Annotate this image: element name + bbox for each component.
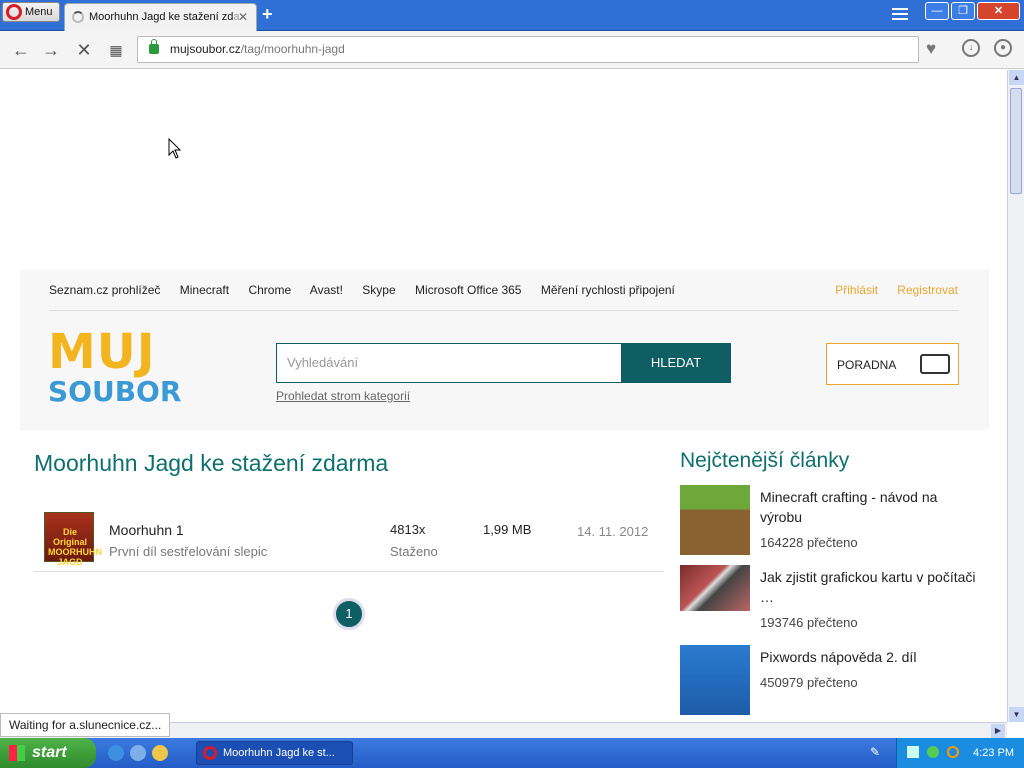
header-divider: [49, 310, 959, 311]
start-label: start: [32, 744, 67, 761]
opera-tray-icon[interactable]: [947, 746, 959, 758]
site-header: Seznam.cz prohlížeč Minecraft Chrome Ava…: [20, 270, 989, 430]
new-tab-button[interactable]: +: [262, 4, 273, 25]
status-tooltip: Waiting for a.slunecnice.cz...: [0, 713, 171, 737]
nav-link-seznam[interactable]: Seznam.cz prohlížeč: [49, 283, 160, 297]
maximize-button[interactable]: ❐: [951, 2, 975, 20]
clock[interactable]: 4:23 PM: [973, 738, 1014, 768]
taskbar-item-browser[interactable]: Moorhuhn Jagd ke st...: [196, 741, 353, 765]
scroll-right-icon[interactable]: ▶: [991, 724, 1005, 738]
article-reads: 450979 přečteno: [760, 675, 858, 690]
download-count-label: Staženo: [390, 544, 438, 559]
media-player-icon[interactable]: [152, 745, 168, 761]
tab-title: Moorhuhn Jagd ke stažení zd: [89, 11, 234, 23]
back-arrow-icon[interactable]: ←: [10, 39, 32, 61]
minecraft-grass-block-image[interactable]: [680, 485, 750, 555]
nav-link-avast[interactable]: Avast!: [310, 283, 343, 297]
windows-taskbar: start Moorhuhn Jagd ke st... ✎ 4:23 PM: [0, 738, 1024, 768]
minimize-button[interactable]: —: [925, 2, 949, 20]
network-icon[interactable]: [907, 746, 919, 758]
logo-text-bottom: SOUBOR: [48, 375, 182, 408]
pagination-page-1[interactable]: 1: [333, 598, 365, 630]
site-logo[interactable]: MUJ SOUBOR: [48, 328, 198, 414]
article-item[interactable]: Minecraft crafting - návod na výrobu 164…: [680, 485, 990, 557]
download-icon[interactable]: ↓: [962, 39, 980, 57]
article-item[interactable]: Jak zjistit grafickou kartu v počítači ……: [680, 565, 990, 637]
chat-bubble-icon: [920, 354, 950, 374]
graphics-chip-image[interactable]: [680, 565, 750, 611]
article-title[interactable]: Jak zjistit grafickou kartu v počítači …: [760, 567, 980, 607]
security-icon[interactable]: [927, 746, 939, 758]
nav-link-speedtest[interactable]: Měření rychlosti připojení: [541, 283, 675, 297]
explorer-icon[interactable]: [130, 745, 146, 761]
article-reads: 164228 přečteno: [760, 535, 858, 550]
start-button[interactable]: start: [0, 738, 96, 768]
release-date: 14. 11. 2012: [577, 524, 649, 539]
close-window-button[interactable]: ✕: [977, 2, 1020, 20]
search-button[interactable]: HLEDAT: [621, 343, 731, 383]
mouse-cursor-icon: [168, 138, 182, 159]
tab-menu-icon[interactable]: [892, 8, 908, 22]
search-input[interactable]: Vyhledávání: [276, 343, 622, 383]
sidebar-title: Nejčtenější články: [680, 449, 850, 472]
nav-link-chrome[interactable]: Chrome: [248, 283, 291, 297]
opera-menu-button[interactable]: Menu: [2, 2, 60, 22]
speed-dial-grid-icon[interactable]: ▦: [105, 39, 127, 61]
article-item[interactable]: Pixwords nápověda 2. díl 450979 přečteno: [680, 645, 990, 717]
file-size: 1,99 MB: [483, 522, 532, 537]
heart-bookmark-icon[interactable]: ♥: [926, 39, 936, 59]
loading-spinner-icon: [72, 11, 84, 23]
logo-text-top: MUJ: [48, 324, 156, 380]
article-reads: 193746 přečteno: [760, 615, 858, 630]
download-row[interactable]: Die Original MOORHUHN JAGD Moorhuhn 1 Pr…: [34, 502, 664, 572]
register-link[interactable]: Registrovat: [897, 283, 958, 297]
browser-toolbar: ← → ✕ ▦ mujsoubor.cz/tag/moorhuhn-jagd: [0, 31, 1024, 69]
internet-explorer-icon[interactable]: [108, 745, 124, 761]
download-count: 4813x: [390, 522, 426, 537]
opera-logo-icon: [203, 746, 217, 760]
address-bar[interactable]: mujsoubor.cz/tag/moorhuhn-jagd: [137, 36, 919, 63]
vertical-scrollbar[interactable]: ▲ ▼: [1007, 70, 1024, 722]
lock-icon: [149, 39, 159, 54]
stop-loading-icon[interactable]: ✕: [73, 39, 95, 61]
browser-tab-bar: Menu Moorhuhn Jagd ke stažení zda ✕ + — …: [0, 0, 1024, 31]
page-content: Seznam.cz prohlížeč Minecraft Chrome Ava…: [0, 70, 1007, 722]
article-title[interactable]: Minecraft crafting - návod na výrobu: [760, 487, 980, 527]
nav-link-minecraft[interactable]: Minecraft: [180, 283, 229, 297]
tab-active[interactable]: Moorhuhn Jagd ke stažení zda ✕: [64, 3, 257, 31]
nav-link-skype[interactable]: Skype: [362, 283, 395, 297]
account-icon[interactable]: ●: [994, 39, 1012, 57]
menu-label: Menu: [25, 6, 53, 18]
system-tray: 4:23 PM: [896, 738, 1024, 768]
poradna-button[interactable]: PORADNA: [826, 343, 959, 385]
login-link[interactable]: Přihlásit: [835, 283, 878, 297]
item-description: První díl sestřelování slepic: [109, 544, 268, 559]
scroll-up-icon[interactable]: ▲: [1009, 70, 1024, 85]
category-tree-link[interactable]: Prohledat strom kategorií: [276, 389, 410, 403]
poradna-label: PORADNA: [837, 358, 897, 372]
scroll-down-icon[interactable]: ▼: [1009, 707, 1024, 722]
pixwords-logo-image[interactable]: [680, 645, 750, 715]
windows-flag-icon: [9, 745, 25, 761]
url-domain: mujsoubor.cz: [170, 42, 241, 56]
opera-logo-icon: [6, 4, 22, 20]
tab-close-icon[interactable]: ✕: [238, 4, 248, 30]
item-name[interactable]: Moorhuhn 1: [109, 522, 184, 538]
scrollbar-thumb[interactable]: [1010, 88, 1022, 194]
article-title[interactable]: Pixwords nápověda 2. díl: [760, 647, 980, 667]
top-navigation: Seznam.cz prohlížeč Minecraft Chrome Ava…: [49, 283, 691, 297]
taskbar-item-label: Moorhuhn Jagd ke st...: [223, 747, 335, 759]
auth-links: Přihlásit Registrovat: [819, 283, 958, 297]
item-thumbnail-text: Die Original MOORHUHN JAGD: [48, 527, 102, 567]
url-path: /tag/moorhuhn-jagd: [240, 42, 345, 56]
forward-arrow-icon[interactable]: →: [40, 39, 62, 61]
pen-icon[interactable]: ✎: [870, 745, 884, 759]
page-title: Moorhuhn Jagd ke stažení zdarma: [34, 450, 389, 476]
nav-link-office365[interactable]: Microsoft Office 365: [415, 283, 522, 297]
item-thumbnail[interactable]: Die Original MOORHUHN JAGD: [44, 512, 102, 567]
